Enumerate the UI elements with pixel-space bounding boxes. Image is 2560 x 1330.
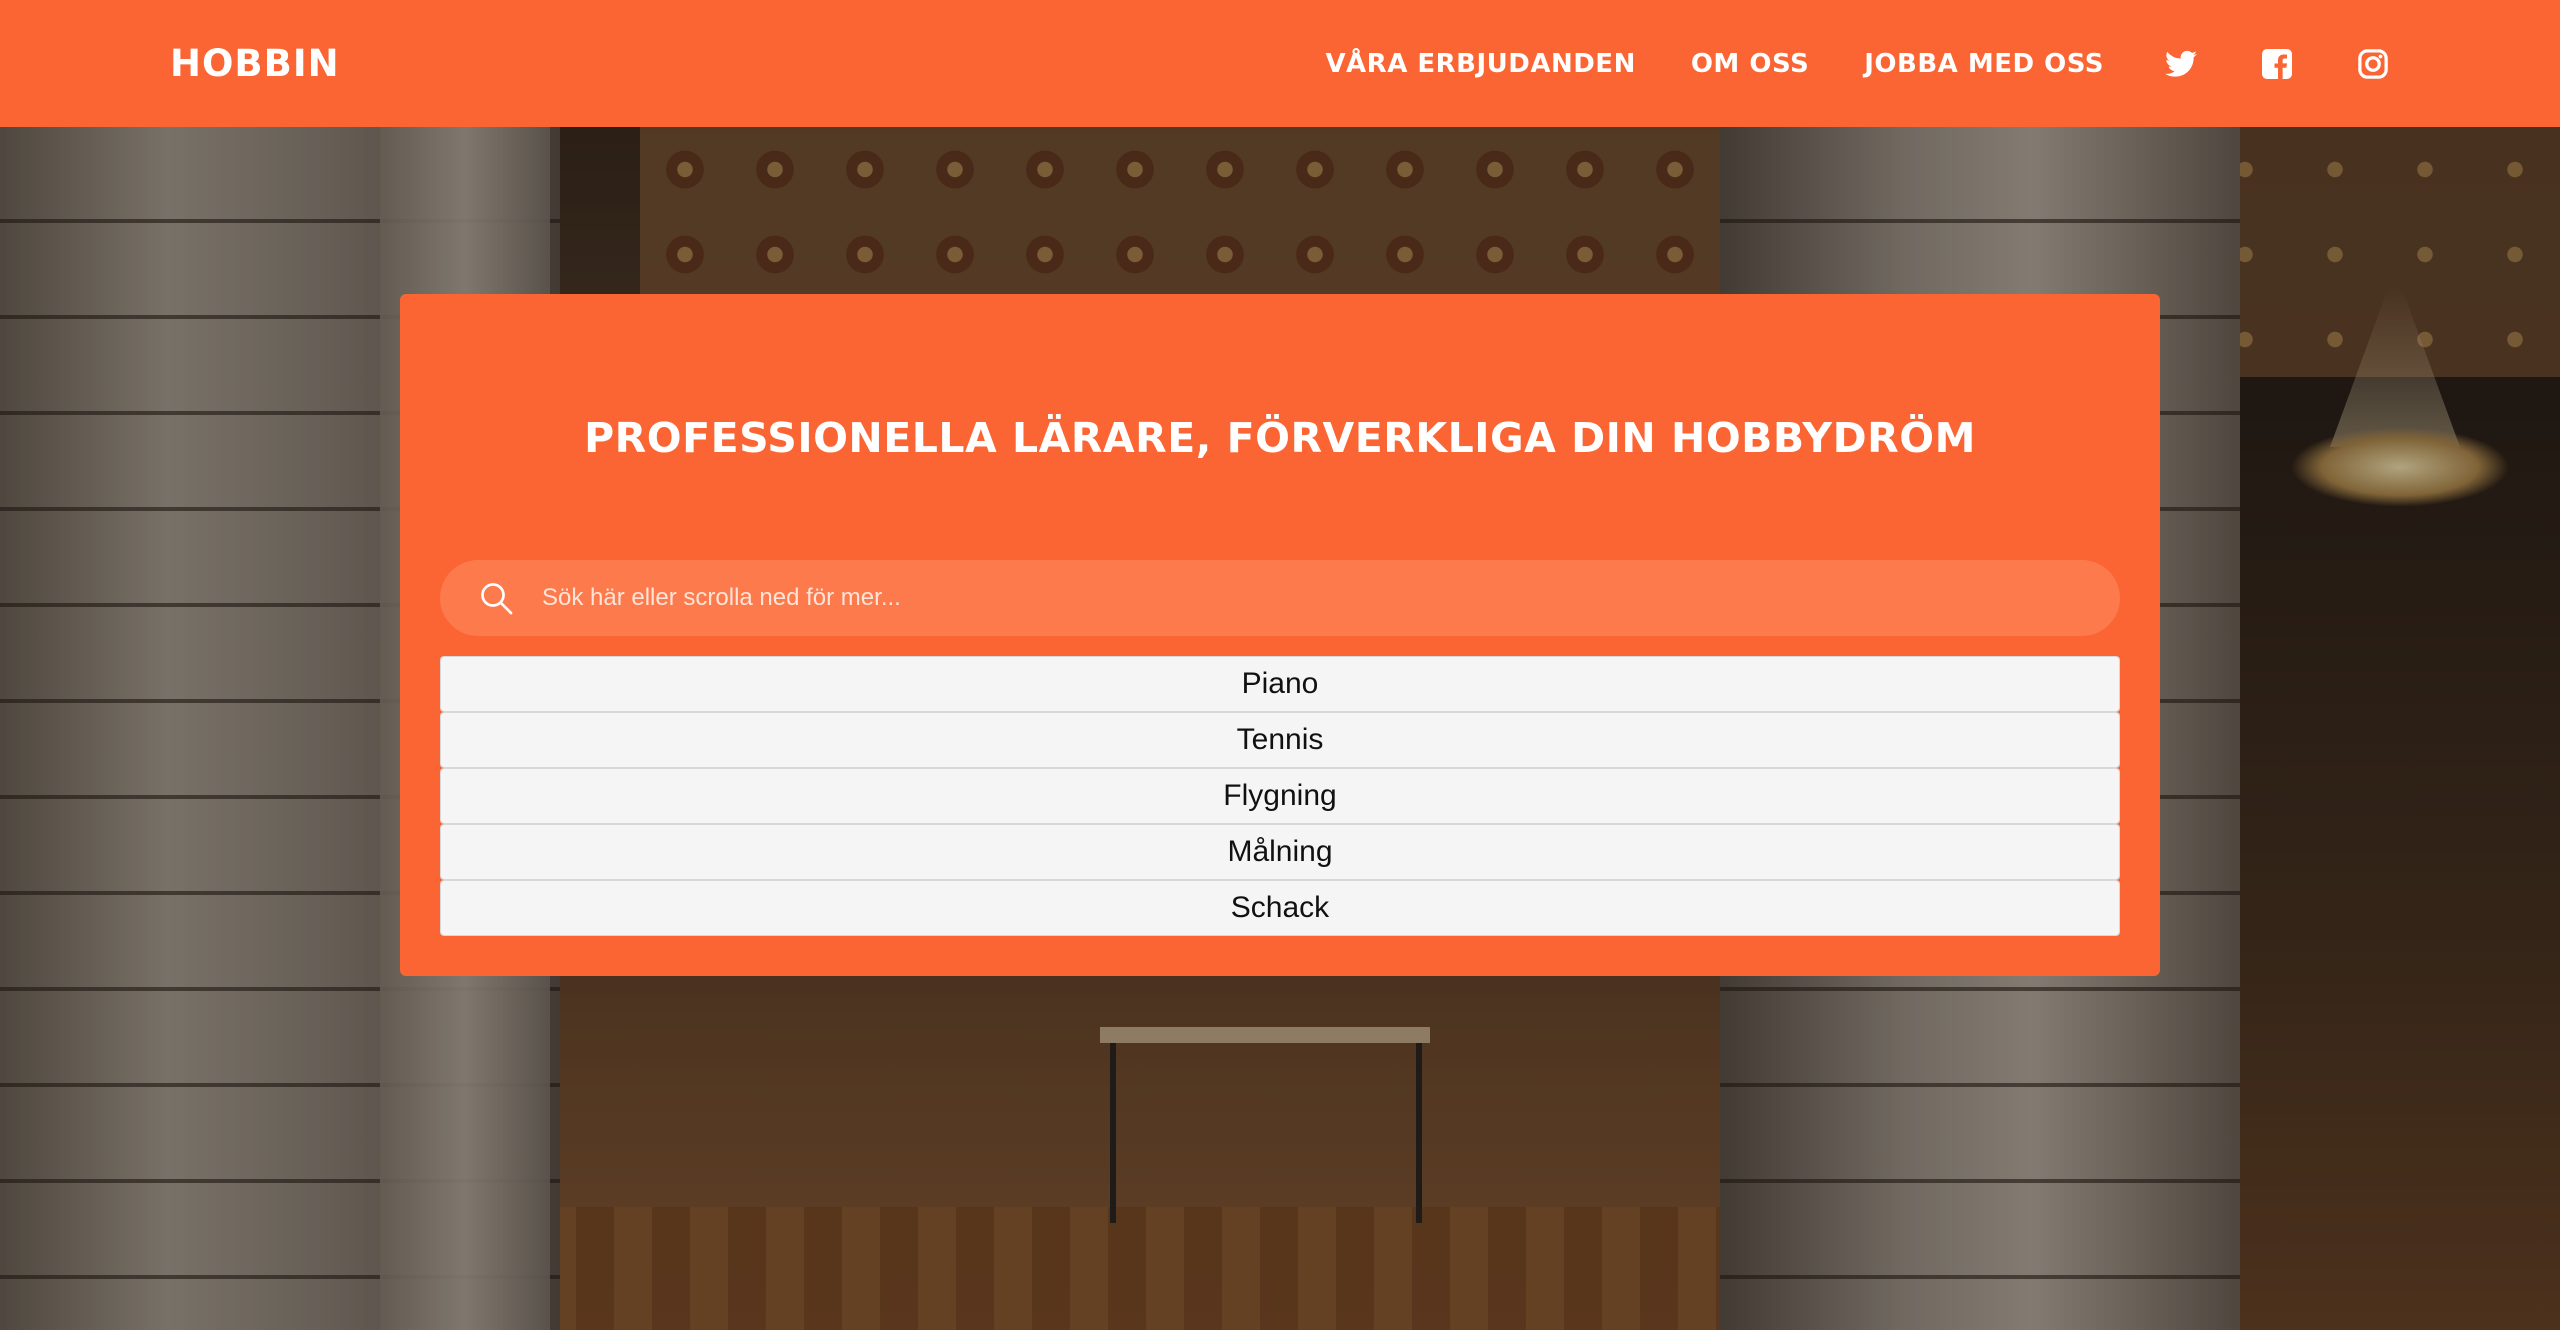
hobby-list: Piano Tennis Flygning Målning Schack — [440, 656, 2120, 936]
hobby-option-schack[interactable]: Schack — [440, 880, 2120, 936]
search-card: PROFESSIONELLA LÄRARE, FÖRVERKLIGA DIN H… — [400, 294, 2160, 976]
hobby-option-malning[interactable]: Målning — [440, 824, 2120, 880]
main-nav: VÅRA ERBJUDANDEN OM OSS JOBBA MED OSS — [1325, 47, 2390, 81]
search-icon — [476, 578, 516, 618]
nav-link-offers[interactable]: VÅRA ERBJUDANDEN — [1325, 49, 1635, 79]
facebook-icon[interactable] — [2260, 47, 2294, 81]
nav-link-careers[interactable]: JOBBA MED OSS — [1864, 49, 2104, 79]
brand-logo[interactable]: HOBBIN — [170, 42, 340, 85]
hobby-option-tennis[interactable]: Tennis — [440, 712, 2120, 768]
top-navbar: HOBBIN VÅRA ERBJUDANDEN OM OSS JOBBA MED… — [0, 0, 2560, 127]
search-input[interactable] — [542, 560, 2120, 636]
hobby-option-flygning[interactable]: Flygning — [440, 768, 2120, 824]
search-bar[interactable] — [440, 560, 2120, 636]
instagram-icon[interactable] — [2356, 47, 2390, 81]
hero-headline: PROFESSIONELLA LÄRARE, FÖRVERKLIGA DIN H… — [584, 414, 1976, 462]
twitter-icon[interactable] — [2164, 47, 2198, 81]
nav-link-about[interactable]: OM OSS — [1691, 49, 1809, 79]
hobby-option-piano[interactable]: Piano — [440, 656, 2120, 712]
